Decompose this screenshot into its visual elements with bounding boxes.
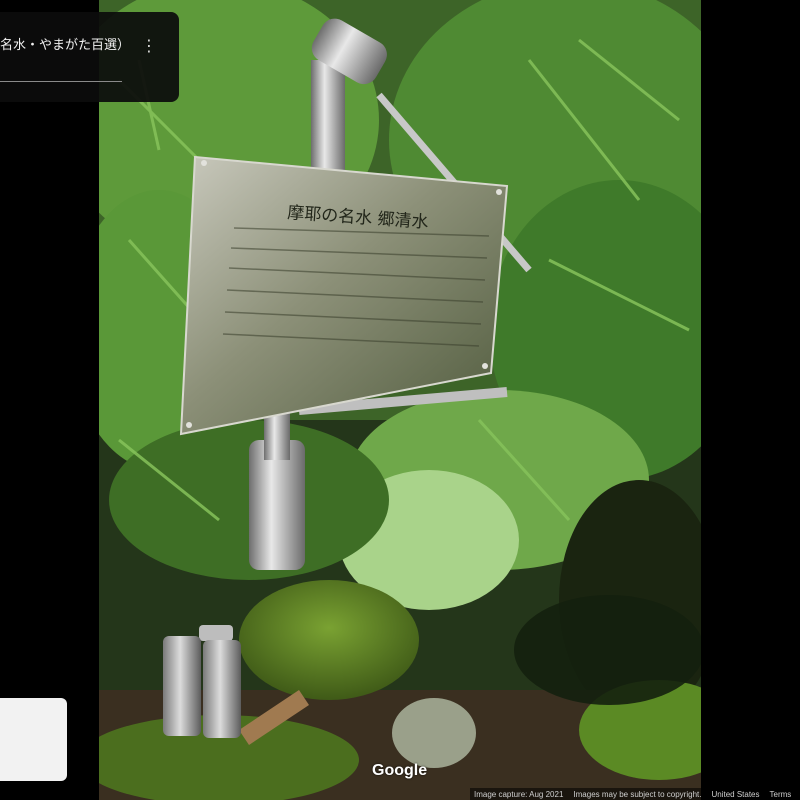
copyright-notice: Images may be subject to copyright. xyxy=(573,789,702,799)
minimap-card[interactable] xyxy=(0,698,67,781)
attribution-bar: Image capture: Aug 2021 Images may be su… xyxy=(470,788,800,800)
place-title-card: 名水・やまがた百選） ⋮ xyxy=(0,12,179,102)
terms-link[interactable]: Terms xyxy=(770,790,792,799)
more-vertical-icon[interactable]: ⋮ xyxy=(140,36,158,56)
region-link[interactable]: United States xyxy=(711,790,759,799)
place-title: 名水・やまがた百選） xyxy=(0,37,131,52)
street-view-photo[interactable]: 摩耶の名水 郷清水 xyxy=(99,0,701,800)
photo-scene: 摩耶の名水 郷清水 xyxy=(99,0,701,800)
image-capture-date: Image capture: Aug 2021 xyxy=(474,789,564,799)
title-divider xyxy=(0,81,122,82)
google-logo: Google xyxy=(372,762,428,779)
